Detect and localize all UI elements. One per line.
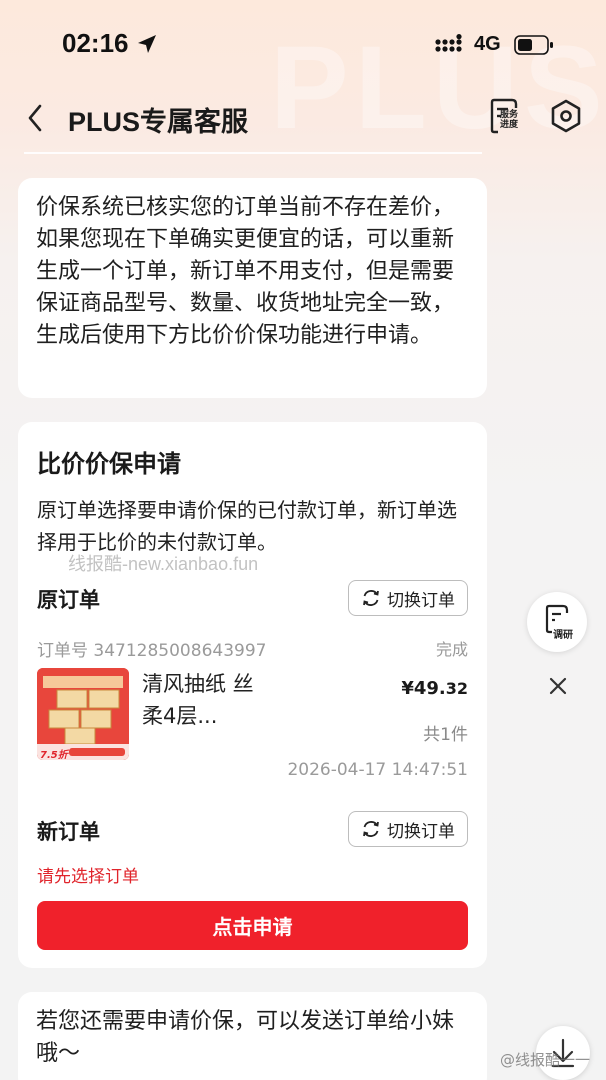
close-icon[interactable] [546,674,570,698]
service-progress-label: 服务进度 [500,110,519,130]
status-bar: 02:16 4G [0,0,606,90]
survey-label: 调研 [553,630,573,641]
card-title: 比价价保申请 [37,450,181,478]
message-bubble: 若您还需要申请价保，可以发送订单给小妹哦～ [18,992,487,1080]
product-quantity: 共1件 [423,725,468,745]
price-main: ¥49. [401,678,446,699]
site-watermark: 线报酷-new.xianbao.fun [68,554,259,574]
product-image: 7.5折 [37,668,129,760]
price-protection-card: 比价价保申请 原订单选择要申请价保的已付款订单，新订单选择用于比价的未付款订单。… [18,422,487,968]
price-cents: 32 [445,679,468,698]
error-message: 请先选择订单 [37,867,139,887]
weibo-watermark: @线报酷一一 [500,1051,591,1069]
service-progress-button[interactable]: 服务进度 [484,96,524,140]
message-text: 若您还需要申请价保，可以发送订单给小妹哦～ [36,1009,455,1066]
location-arrow-icon [138,35,156,53]
header: PLUS专属客服 服务进度 [0,90,606,150]
back-arrow-icon[interactable] [22,100,50,136]
battery-icon [514,35,553,55]
switch-order-label: 切换订单 [387,821,455,842]
page-title: PLUS专属客服 [68,107,249,137]
network-label: 4G [474,33,501,55]
card-description: 原订单选择要申请价保的已付款订单，新订单选择用于比价的未付款订单。 [37,498,457,554]
product-price: ¥49.32 [401,678,468,699]
original-order-label: 原订单 [37,588,100,612]
header-divider [24,152,482,154]
order-status: 完成 [435,640,468,659]
signal-icon [435,34,462,52]
survey-button[interactable]: 调研 [527,592,587,652]
status-time: 02:16 [62,28,129,58]
order-time: 2026-04-17 14:47:51 [287,760,468,780]
refresh-icon [363,821,379,837]
switch-new-order-button[interactable]: 切换订单 [348,811,468,847]
submit-apply-button[interactable]: 点击申请 [37,901,468,950]
new-order-label: 新订单 [37,820,100,844]
refresh-icon [363,590,379,606]
order-number: 订单号 3471285008643997 [37,641,267,661]
settings-icon[interactable] [548,98,584,134]
message-text: 价保系统已核实您的订单当前不存在差价，如果您现在下单确实更便宜的话，可以重新生成… [36,195,455,348]
discount-badge: 7.5折 [40,750,68,760]
product-name: 清风抽纸 丝柔4层... [142,672,254,728]
switch-original-order-button[interactable]: 切换订单 [348,580,468,616]
switch-order-label: 切换订单 [387,590,455,611]
message-bubble: 价保系统已核实您的订单当前不存在差价，如果您现在下单确实更便宜的话，可以重新生成… [18,178,487,398]
